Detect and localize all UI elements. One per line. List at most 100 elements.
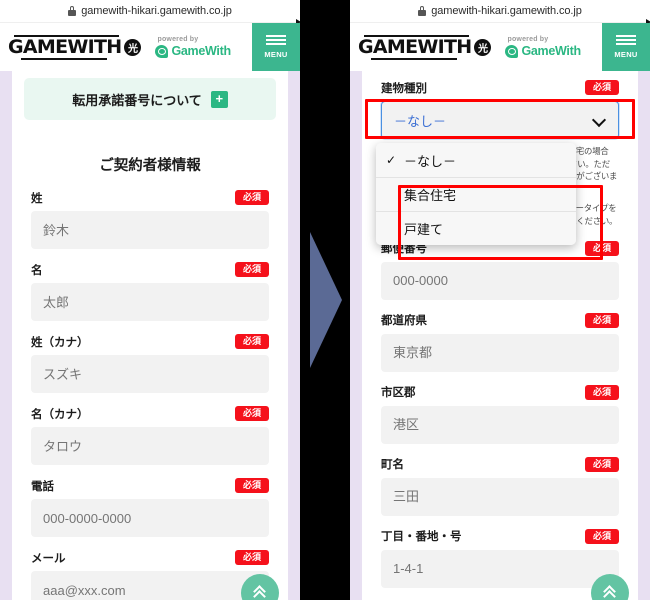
dropdown-option-label: －なし－ bbox=[404, 153, 457, 169]
building-type-selected-value: －なし－ bbox=[394, 113, 447, 129]
dropdown-option-house[interactable]: 戸建て bbox=[376, 211, 576, 245]
powered-by-label: powered by bbox=[157, 36, 199, 43]
site-header: GAMEWITH 光 powered by GameWith MENU bbox=[350, 18, 650, 71]
field-city: 市区郡 必須 bbox=[381, 384, 619, 444]
url-text: gamewith-hikari.gamewith.co.jp bbox=[431, 5, 582, 17]
powered-by-label: powered by bbox=[507, 36, 549, 43]
transition-arrow bbox=[300, 0, 350, 600]
field-postal-code: 郵便番号 必須 bbox=[381, 240, 619, 300]
required-badge: 必須 bbox=[234, 405, 269, 422]
browser-url-bar[interactable]: gamewith-hikari.gamewith.co.jp bbox=[0, 0, 300, 23]
field-street-number: 丁目・番地・号 必須 bbox=[381, 528, 619, 588]
input-mei-kana[interactable] bbox=[31, 427, 269, 465]
screenshot-stage: gamewith-hikari.gamewith.co.jp GAMEWITH … bbox=[0, 0, 650, 600]
field-sei-kana: 姓（カナ） 必須 bbox=[31, 333, 269, 393]
menu-button[interactable]: MENU bbox=[252, 23, 300, 71]
hamburger-icon bbox=[266, 35, 286, 37]
input-town[interactable] bbox=[381, 477, 619, 516]
transfer-consent-label: 転用承諾番号について bbox=[72, 92, 202, 108]
input-email[interactable] bbox=[31, 571, 269, 600]
field-phone: 電話 必須 bbox=[31, 477, 269, 537]
required-badge: 必須 bbox=[234, 333, 269, 350]
chevron-down-icon bbox=[594, 114, 606, 126]
field-mei: 名 必須 bbox=[31, 261, 269, 321]
required-badge: 必須 bbox=[584, 240, 619, 256]
logo-hikari-badge: 光 bbox=[474, 38, 492, 56]
input-prefecture[interactable] bbox=[381, 333, 619, 372]
field-label: 電話 bbox=[31, 480, 54, 493]
site-header: GAMEWITH 光 powered by GameWith MENU bbox=[0, 18, 300, 71]
powered-by-brand: GameWith bbox=[521, 44, 581, 59]
double-chevron-up-icon bbox=[602, 585, 618, 600]
hamburger-icon bbox=[616, 35, 636, 37]
input-street-number[interactable] bbox=[381, 549, 619, 588]
powered-by-block: powered by GameWith bbox=[155, 36, 231, 59]
required-badge: 必須 bbox=[584, 528, 619, 544]
required-badge: 必須 bbox=[584, 312, 619, 328]
page-title: ご契約者様情報 bbox=[99, 158, 201, 174]
field-label: 丁目・番地・号 bbox=[381, 531, 462, 544]
field-label: 建物種別 bbox=[381, 82, 427, 95]
field-town: 町名 必須 bbox=[381, 456, 619, 516]
field-label: メール bbox=[31, 552, 66, 565]
lock-icon bbox=[68, 6, 77, 16]
site-logo[interactable]: GAMEWITH 光 bbox=[8, 18, 300, 60]
required-badge: 必須 bbox=[234, 189, 269, 206]
gamewith-mark-icon bbox=[155, 45, 169, 58]
lock-icon bbox=[418, 6, 427, 16]
plus-icon[interactable]: + bbox=[210, 90, 228, 108]
field-label: 町名 bbox=[381, 459, 404, 472]
menu-button[interactable]: MENU bbox=[602, 23, 650, 71]
building-type-dropdown[interactable]: ✓ －なし－ 集合住宅 戸建て bbox=[376, 143, 576, 245]
right-screen-panel: gamewith-hikari.gamewith.co.jp GAMEWITH … bbox=[350, 0, 650, 600]
gamewith-mark-icon bbox=[505, 45, 519, 58]
left-screen-panel: gamewith-hikari.gamewith.co.jp GAMEWITH … bbox=[0, 0, 300, 600]
field-email: メール 必須 bbox=[31, 549, 269, 600]
menu-button-label: MENU bbox=[614, 50, 638, 59]
input-mei[interactable] bbox=[31, 283, 269, 321]
transfer-consent-banner[interactable]: 転用承諾番号について + bbox=[24, 78, 276, 120]
left-content-card: 転用承諾番号について + ご契約者様情報 姓 必須 名 bbox=[12, 71, 288, 600]
dropdown-option-apartment[interactable]: 集合住宅 bbox=[376, 177, 576, 211]
required-badge: 必須 bbox=[584, 79, 619, 96]
browser-url-bar[interactable]: gamewith-hikari.gamewith.co.jp bbox=[350, 0, 650, 23]
dropdown-option-label: 集合住宅 bbox=[404, 188, 457, 203]
input-postal-code[interactable] bbox=[381, 261, 619, 300]
required-badge: 必須 bbox=[234, 477, 269, 494]
powered-by-brand: GameWith bbox=[171, 44, 231, 59]
field-label: 都道府県 bbox=[381, 315, 427, 328]
right-content-card: 建物種別 必須 －なし－ ※原則、現在お住まいの「建物種別」に従い、集合住宅の場… bbox=[362, 71, 638, 600]
field-label: 姓（カナ） bbox=[31, 336, 89, 349]
right-page-body: 建物種別 必須 －なし－ ※原則、現在お住まいの「建物種別」に従い、集合住宅の場… bbox=[350, 71, 650, 600]
field-prefecture: 都道府県 必須 bbox=[381, 312, 619, 372]
input-city[interactable] bbox=[381, 405, 619, 444]
field-label: 名（カナ） bbox=[31, 408, 89, 421]
field-mei-kana: 名（カナ） 必須 bbox=[31, 405, 269, 465]
logo-wordmark: GAMEWITH bbox=[358, 34, 472, 60]
powered-by-block: powered by GameWith bbox=[505, 36, 581, 59]
field-sei: 姓 必須 bbox=[31, 189, 269, 249]
field-label: 姓 bbox=[31, 192, 43, 205]
required-badge: 必須 bbox=[584, 384, 619, 400]
check-icon: ✓ bbox=[386, 153, 397, 167]
input-sei-kana[interactable] bbox=[31, 355, 269, 393]
required-badge: 必須 bbox=[234, 261, 269, 278]
site-logo[interactable]: GAMEWITH 光 bbox=[358, 18, 650, 60]
url-text: gamewith-hikari.gamewith.co.jp bbox=[81, 5, 232, 17]
field-label: 名 bbox=[31, 264, 43, 277]
logo-wordmark: GAMEWITH bbox=[8, 34, 122, 60]
dropdown-option-none[interactable]: ✓ －なし－ bbox=[376, 143, 576, 177]
input-sei[interactable] bbox=[31, 211, 269, 249]
required-badge: 必須 bbox=[584, 456, 619, 472]
building-type-select[interactable]: －なし－ bbox=[381, 101, 619, 139]
left-page-body: 転用承諾番号について + ご契約者様情報 姓 必須 名 bbox=[0, 71, 300, 600]
required-badge: 必須 bbox=[234, 549, 269, 566]
menu-button-label: MENU bbox=[264, 50, 288, 59]
arrow-right-icon bbox=[310, 232, 342, 368]
double-chevron-up-icon bbox=[252, 585, 268, 600]
input-phone[interactable] bbox=[31, 499, 269, 537]
field-label: 市区郡 bbox=[381, 387, 416, 400]
logo-hikari-badge: 光 bbox=[124, 38, 142, 56]
field-building-type: 建物種別 必須 －なし－ bbox=[381, 79, 619, 139]
dropdown-option-label: 戸建て bbox=[404, 222, 444, 237]
